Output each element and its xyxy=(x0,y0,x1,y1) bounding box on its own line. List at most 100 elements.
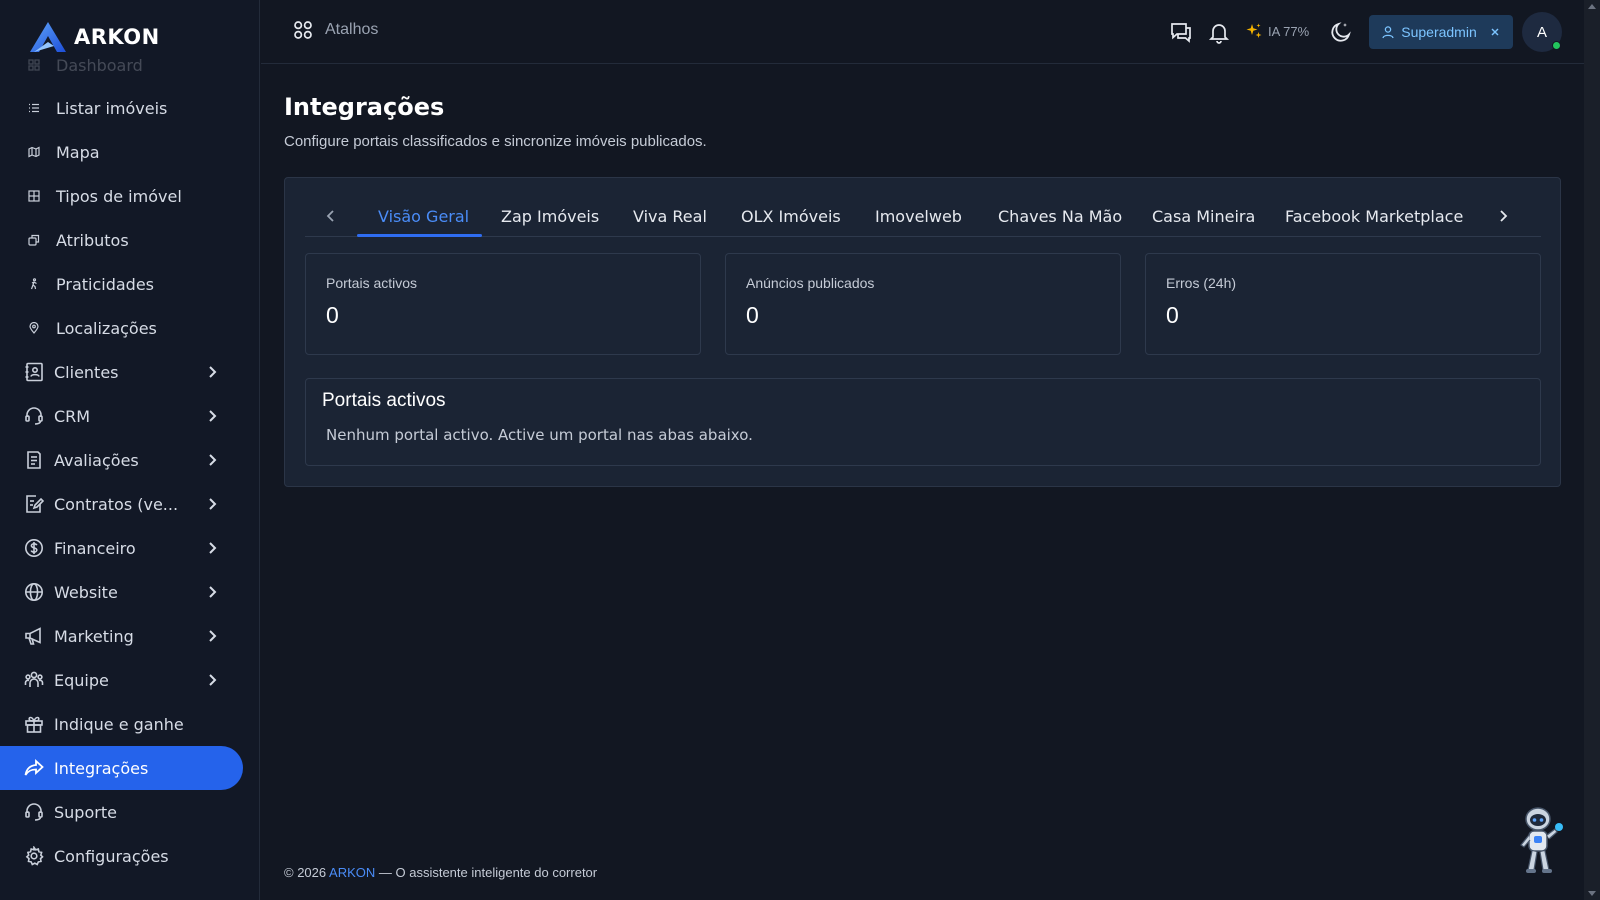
tabs-scroll-left-icon[interactable] xyxy=(321,206,341,226)
list-icon xyxy=(26,98,42,118)
chevron-right-icon xyxy=(209,586,217,598)
sidebar-item-localizacoes[interactable]: Localizações xyxy=(0,306,259,350)
sidebar-item-mapa[interactable]: Mapa xyxy=(0,130,259,174)
sidebar-item-clientes[interactable]: Clientes xyxy=(0,350,259,394)
sidebar-item-marketing[interactable]: Marketing xyxy=(0,614,259,658)
stat-value: 0 xyxy=(1166,302,1179,328)
active-tab-indicator xyxy=(357,234,482,237)
shortcuts-button[interactable]: Atalhos xyxy=(293,20,378,40)
sidebar-item-label: Listar imóveis xyxy=(56,98,168,118)
active-portals-empty-message: Nenhum portal activo. Active um portal n… xyxy=(326,426,753,444)
tab-imovelweb[interactable]: Imovelweb xyxy=(875,207,962,226)
team-icon xyxy=(24,670,44,690)
stat-label: Erros (24h) xyxy=(1166,275,1237,291)
sidebar: ARKON Dashboard Listar imóveis Mapa Tipo… xyxy=(0,0,260,900)
sidebar-item-praticidades[interactable]: Praticidades xyxy=(0,262,259,306)
user-avatar[interactable]: A xyxy=(1522,12,1562,52)
gear-icon xyxy=(24,846,44,866)
active-portals-panel: Portais activos Nenhum portal activo. Ac… xyxy=(305,378,1541,466)
chevron-right-icon xyxy=(209,630,217,642)
chevron-right-icon xyxy=(209,366,217,378)
tab-casa-mineira[interactable]: Casa Mineira xyxy=(1152,207,1255,226)
sidebar-item-label: Tipos de imóvel xyxy=(56,186,182,206)
globe-icon xyxy=(24,582,44,602)
chevron-right-icon xyxy=(209,454,217,466)
page-title: Integrações xyxy=(284,93,445,121)
page-subtitle: Configure portais classificados e sincro… xyxy=(284,133,707,150)
footer-tagline: — O assistente inteligente do corretor xyxy=(378,865,598,880)
sidebar-item-configuracoes[interactable]: Configurações xyxy=(0,834,259,878)
sidebar-item-integracoes[interactable]: Integrações xyxy=(0,746,243,790)
sidebar-item-indique-e-ganhe[interactable]: Indique e ganhe xyxy=(0,702,259,746)
sidebar-item-listar-imoveis[interactable]: Listar imóveis xyxy=(0,86,259,130)
tab-facebook-marketplace[interactable]: Facebook Marketplace xyxy=(1285,207,1463,226)
sidebar-item-label: Dashboard xyxy=(56,55,143,75)
footer-brand-link[interactable]: ARKON xyxy=(329,865,375,880)
sidebar-item-tipos-de-imovel[interactable]: Tipos de imóvel xyxy=(0,174,259,218)
online-status-dot xyxy=(1552,41,1561,50)
share-arrow-icon xyxy=(24,758,44,778)
bell-icon[interactable] xyxy=(1207,20,1231,44)
tab-olx-imoveis[interactable]: OLX Imóveis xyxy=(741,207,841,226)
robot-assistant-icon[interactable] xyxy=(1512,806,1568,878)
stat-card-erros-24h: Erros (24h) 0 xyxy=(1145,253,1541,355)
avatar-initial: A xyxy=(1536,23,1547,41)
active-portals-title: Portais activos xyxy=(322,390,446,411)
chevron-right-icon xyxy=(209,674,217,686)
sidebar-item-suporte[interactable]: Suporte xyxy=(0,790,259,834)
chat-icon[interactable] xyxy=(1169,20,1193,44)
sidebar-item-label: CRM xyxy=(54,406,91,426)
shortcuts-grid-icon xyxy=(294,21,312,39)
contacts-book-icon xyxy=(24,362,44,382)
chevron-right-icon xyxy=(209,410,217,422)
superadmin-badge[interactable]: Superadmin xyxy=(1369,15,1513,49)
grid-icon xyxy=(26,186,42,206)
dark-mode-moon-icon[interactable] xyxy=(1329,20,1353,44)
chevron-right-icon xyxy=(209,498,217,510)
user-icon xyxy=(1382,26,1394,39)
sidebar-nav: Dashboard Listar imóveis Mapa Tipos de i… xyxy=(0,54,259,878)
tab-viva-real[interactable]: Viva Real xyxy=(633,207,707,226)
sidebar-item-label: Financeiro xyxy=(54,538,136,558)
sidebar-item-label: Localizações xyxy=(56,318,157,338)
tab-chaves-na-mao[interactable]: Chaves Na Mão xyxy=(998,207,1122,226)
dashboard-icon xyxy=(26,55,42,75)
sidebar-item-crm[interactable]: CRM xyxy=(0,394,259,438)
sidebar-item-financeiro[interactable]: Financeiro xyxy=(0,526,259,570)
tab-visao-geral[interactable]: Visão Geral xyxy=(378,207,469,226)
stat-card-portais-activos: Portais activos 0 xyxy=(305,253,701,355)
sidebar-item-equipe[interactable]: Equipe xyxy=(0,658,259,702)
sidebar-item-label: Indique e ganhe xyxy=(54,714,184,734)
sidebar-item-label: Atributos xyxy=(56,230,129,250)
chevron-right-icon xyxy=(209,542,217,554)
stat-label: Portais activos xyxy=(326,275,418,291)
ia-usage-indicator[interactable]: IA 77% xyxy=(1245,22,1309,40)
sidebar-item-label: Contratos (ve... xyxy=(54,494,179,514)
megaphone-icon xyxy=(24,626,44,646)
clipboard-icon xyxy=(24,450,44,470)
sparkles-icon xyxy=(1246,23,1262,38)
integrations-card: Visão Geral Zap Imóveis Viva Real OLX Im… xyxy=(284,177,1561,487)
sidebar-item-label: Marketing xyxy=(54,626,134,646)
close-icon[interactable] xyxy=(1489,26,1501,38)
scroll-up-arrow-icon[interactable] xyxy=(1588,4,1596,9)
sidebar-item-avaliacoes[interactable]: Avaliações xyxy=(0,438,259,482)
sidebar-item-label: Website xyxy=(54,582,118,602)
walking-icon xyxy=(26,274,42,294)
page-scrollbar[interactable] xyxy=(1584,0,1600,900)
stat-value: 0 xyxy=(326,302,339,328)
sidebar-item-website[interactable]: Website xyxy=(0,570,259,614)
ia-usage-label: IA 77% xyxy=(1268,23,1310,39)
sidebar-item-dashboard[interactable]: Dashboard xyxy=(0,44,259,86)
shortcuts-label: Atalhos xyxy=(325,21,379,38)
location-pin-icon xyxy=(26,318,42,338)
tab-zap-imoveis[interactable]: Zap Imóveis xyxy=(501,207,599,226)
headset-icon xyxy=(24,406,44,426)
sidebar-item-contratos[interactable]: Contratos (ve... xyxy=(0,482,259,526)
sidebar-item-atributos[interactable]: Atributos xyxy=(0,218,259,262)
scroll-down-arrow-icon[interactable] xyxy=(1588,891,1596,896)
contract-edit-icon xyxy=(24,494,44,514)
top-header: Atalhos IA 77% Superadmin A xyxy=(261,0,1584,64)
sidebar-item-label: Configurações xyxy=(54,846,169,866)
tabs-scroll-right-icon[interactable] xyxy=(1493,206,1513,226)
